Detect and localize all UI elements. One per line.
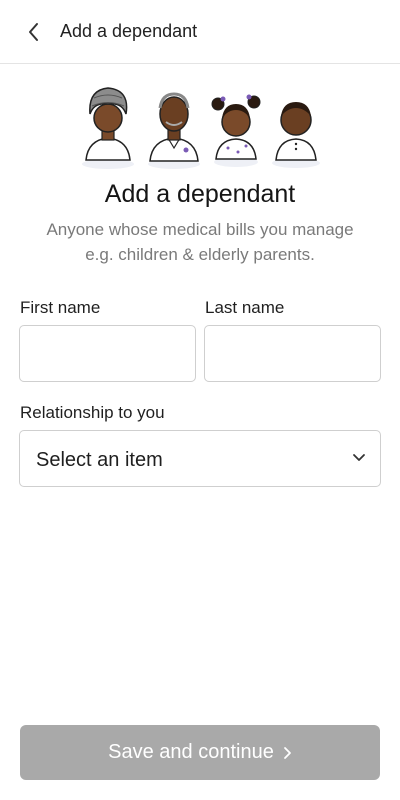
chevron-down-icon [353, 454, 365, 461]
chevron-left-icon [29, 23, 38, 41]
save-and-continue-label: Save and continue [108, 741, 274, 763]
relationship-label: Relationship to you [20, 403, 165, 422]
first-name-label: First name [20, 298, 101, 317]
save-and-continue-button[interactable]: Save and continue [20, 725, 380, 780]
grandfather-figure [148, 92, 200, 169]
last-name-label: Last name [205, 298, 285, 317]
boy-figure [272, 102, 320, 168]
relationship-selected-value: Select an item [36, 449, 163, 471]
section-title: Add a dependant [104, 180, 296, 208]
first-name-input[interactable] [19, 325, 196, 382]
chevron-right-icon [283, 746, 291, 759]
section-subtitle: Anyone whose medical bills you manage e.… [46, 220, 354, 264]
relationship-select[interactable]: Select an item [19, 430, 381, 487]
family-illustration [82, 87, 320, 169]
back-button[interactable] [20, 18, 48, 46]
last-name-input[interactable] [204, 325, 381, 382]
grandmother-figure [82, 87, 134, 169]
top-bar: Add a dependant [0, 0, 400, 64]
girl-figure [211, 94, 261, 167]
page-title: Add a dependant [60, 21, 198, 41]
